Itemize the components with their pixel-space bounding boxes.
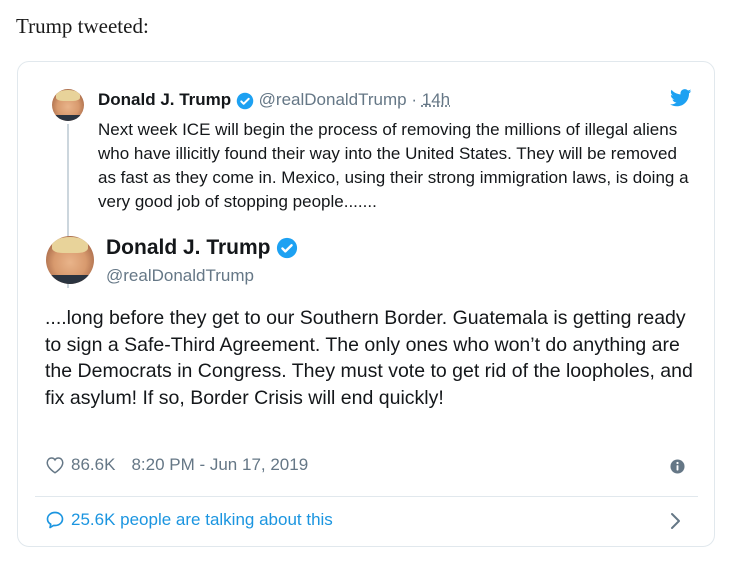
main-avatar[interactable]	[46, 236, 94, 284]
main-tweet-text: ....long before they get to our Southern…	[45, 307, 693, 409]
parent-avatar[interactable]	[52, 89, 84, 121]
parent-author-handle[interactable]: @realDonaldTrump	[259, 90, 407, 109]
tweet-timestamp[interactable]: 8:20 PM - Jun 17, 2019	[131, 455, 308, 475]
verified-badge-icon	[277, 238, 298, 259]
like-count[interactable]: 86.6K	[71, 455, 115, 475]
chevron-right-icon[interactable]	[666, 510, 686, 532]
parent-tweet-text: Next week ICE will begin the process of …	[98, 120, 689, 211]
conversation-link[interactable]: 25.6K people are talking about this	[45, 510, 333, 530]
parent-tweet-header: Donald J. Trump @realDonaldTrump · 14h	[98, 90, 450, 110]
main-author-name-row: Donald J. Trump	[106, 236, 298, 260]
twitter-bird-icon[interactable]	[670, 89, 692, 107]
tweet-meta-row: 86.6K 8:20 PM - Jun 17, 2019	[45, 455, 308, 475]
separator-dot: ·	[411, 90, 418, 109]
parent-tweet-time[interactable]: 14h	[422, 90, 450, 109]
speech-bubble-icon	[46, 511, 64, 529]
card-divider	[35, 496, 698, 497]
parent-author-name[interactable]: Donald J. Trump	[98, 90, 231, 109]
info-icon[interactable]	[670, 459, 685, 474]
main-author-name[interactable]: Donald J. Trump	[106, 236, 271, 259]
embedded-tweet-card[interactable]: Donald J. Trump @realDonaldTrump · 14h N…	[17, 61, 715, 547]
main-author-handle[interactable]: @realDonaldTrump	[106, 266, 254, 286]
conversation-text[interactable]: 25.6K people are talking about this	[71, 510, 333, 530]
verified-badge-icon	[236, 92, 254, 109]
intro-text: Trump tweeted:	[16, 14, 149, 38]
heart-icon[interactable]	[45, 456, 65, 474]
